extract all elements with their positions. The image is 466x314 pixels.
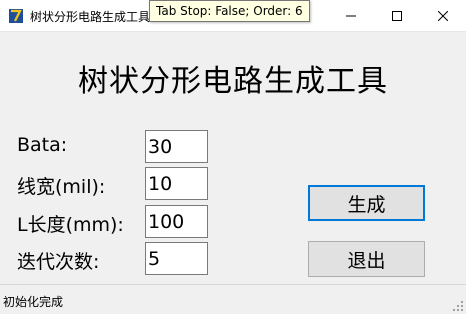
bata-label: Bata: [17, 134, 68, 156]
close-icon [438, 10, 448, 21]
length-label: L长度(mm): [17, 214, 124, 236]
iterations-label: 迭代次数: [17, 251, 100, 273]
length-input[interactable] [145, 205, 208, 238]
exit-button[interactable]: 退出 [308, 241, 425, 277]
resize-grip-icon[interactable] [452, 300, 464, 312]
close-button[interactable] [420, 0, 466, 31]
minimize-button[interactable] [328, 0, 374, 31]
page-title: 树状分形电路生成工具 [78, 64, 388, 99]
status-bar: 初始化完成 [0, 284, 466, 314]
line-width-input[interactable] [145, 167, 208, 200]
app-logo-icon [9, 9, 23, 23]
line-width-label: 线宽(mil): [17, 176, 106, 198]
bata-input[interactable] [145, 130, 208, 163]
minimize-icon [346, 15, 356, 16]
maximize-button[interactable] [374, 0, 420, 31]
window-title: 树状分形电路生成工具 [30, 10, 151, 24]
maximize-icon [392, 10, 402, 21]
status-text: 初始化完成 [3, 295, 64, 309]
iterations-input[interactable] [145, 242, 208, 275]
tooltip: Tab Stop: False; Order: 6 [149, 0, 310, 22]
generate-button[interactable]: 生成 [308, 185, 425, 221]
